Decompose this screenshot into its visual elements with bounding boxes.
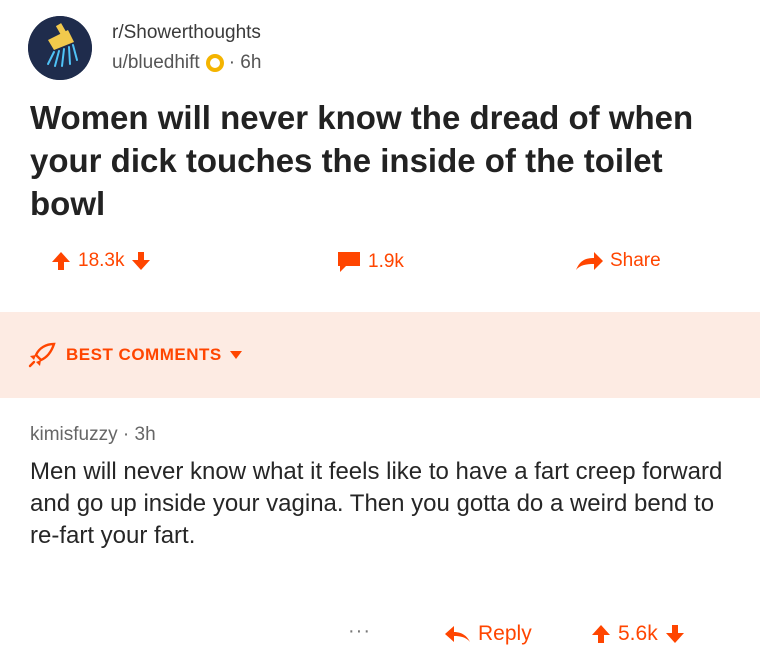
post-header: r/Showerthoughts u/bluedhift · 6h	[28, 14, 728, 84]
reply-arrow-icon	[445, 626, 470, 642]
post-meta: u/bluedhift · 6h	[112, 52, 261, 74]
comment-count: 1.9k	[368, 251, 404, 272]
comment-score: 5.6k	[618, 622, 658, 645]
sort-bar: BEST COMMENTS	[0, 312, 760, 398]
upvote-count: 18.3k	[78, 250, 125, 271]
subreddit-avatar[interactable]	[28, 16, 92, 80]
vote-group: 18.3k	[50, 250, 152, 272]
chevron-down-icon	[229, 351, 242, 359]
post-title[interactable]: Women will never know the dread of when …	[30, 96, 730, 225]
comment-action-bar: ··· Reply 5.6k	[0, 620, 760, 652]
downvote-icon[interactable]	[130, 250, 152, 272]
showerhead-icon	[28, 16, 92, 80]
comment-vote-group: 5.6k	[590, 622, 686, 646]
more-options-button[interactable]: ···	[348, 620, 371, 643]
comment-author[interactable]: kimisfuzzy	[30, 424, 118, 445]
gold-award-icon	[205, 53, 225, 73]
comment-body: Men will never know what it feels like t…	[30, 458, 723, 549]
share-button[interactable]: Share	[574, 250, 667, 272]
upvote-icon[interactable]	[590, 623, 612, 645]
speech-bubble-icon	[338, 252, 360, 272]
downvote-icon[interactable]	[664, 623, 686, 645]
reply-button[interactable]: Reply	[444, 622, 538, 646]
share-arrow-icon	[576, 252, 603, 270]
reply-label: Reply	[478, 622, 532, 645]
post-author[interactable]: u/bluedhift	[112, 52, 200, 74]
post-action-bar: 18.3k 1.9k Share	[0, 250, 760, 290]
comment-meta: kimisfuzzy · 3h	[30, 424, 156, 446]
upvote-icon[interactable]	[50, 250, 72, 272]
comment-age: · 3h	[122, 424, 156, 445]
post-age: · 6h	[228, 52, 262, 73]
sort-dropdown[interactable]: BEST COMMENTS	[28, 342, 242, 368]
subreddit-name[interactable]: r/Showerthoughts	[112, 22, 261, 44]
sort-label: BEST COMMENTS	[66, 345, 222, 364]
share-label: Share	[610, 250, 661, 271]
rocket-icon	[28, 342, 56, 368]
comments-button[interactable]: 1.9k	[336, 250, 410, 274]
